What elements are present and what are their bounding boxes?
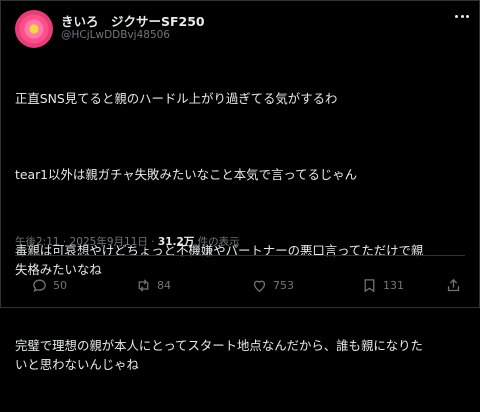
tweet-paragraph-1: 正直SNS見てると親のハードル上がり過ぎてる気がするわ xyxy=(15,91,338,106)
bookmark-count: 131 xyxy=(383,278,404,292)
bookmark-icon xyxy=(364,278,375,292)
like-count: 753 xyxy=(273,278,294,292)
tweet-meta: 午後2:11 · 2025年9月11日 · 31.2万 件の表示 xyxy=(15,234,240,249)
reply-button[interactable]: 50 xyxy=(31,274,67,296)
more-icon[interactable] xyxy=(455,15,469,21)
meta-separator: · xyxy=(59,236,70,248)
tweet-text: 正直SNS見てると親のハードル上がり過ぎてる気がするわ tear1以外は親ガチャ… xyxy=(15,51,467,412)
reply-icon xyxy=(33,279,46,292)
retweet-icon xyxy=(138,278,149,292)
like-icon xyxy=(253,280,266,292)
divider xyxy=(15,255,465,256)
meta-separator: · xyxy=(147,236,158,248)
share-icon xyxy=(447,278,460,291)
display-name[interactable]: きいろ ジクサーSF250 xyxy=(61,11,205,30)
tweet-time[interactable]: 午後2:11 xyxy=(15,236,60,248)
tweet-paragraph-4: 完璧で理想の親が本人にとってスタート地点なんだから、誰も親になりた いと思わない… xyxy=(15,338,423,372)
view-count: 31.2万 xyxy=(157,236,195,248)
author-name[interactable]: きいろ ジクサーSF250 xyxy=(61,11,205,29)
tweet-card: きいろ ジクサーSF250 @HCjLwDDBvj48506 正直SNS見てると… xyxy=(0,0,480,372)
share-button[interactable] xyxy=(445,274,462,296)
avatar[interactable] xyxy=(15,10,53,48)
reply-count: 50 xyxy=(53,278,67,292)
tweet-paragraph-2: tear1以外は親ガチャ失敗みたいなこと本気で言ってるじゃん xyxy=(15,167,358,182)
view-label: 件の表示 xyxy=(194,236,240,248)
like-button[interactable]: 753 xyxy=(251,274,294,296)
author-handle[interactable]: @HCjLwDDBvj48506 xyxy=(61,29,170,41)
retweet-button[interactable]: 84 xyxy=(135,274,171,296)
retweet-count: 84 xyxy=(157,278,171,292)
tweet-date[interactable]: 2025年9月11日 xyxy=(70,236,148,248)
action-bar: 50 84 753 131 xyxy=(15,274,467,296)
bookmark-button[interactable]: 131 xyxy=(361,274,404,296)
